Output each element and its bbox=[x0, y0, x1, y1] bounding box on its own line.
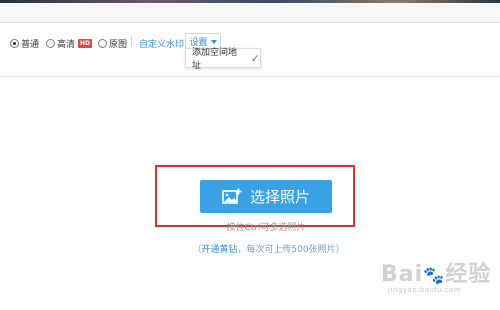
settings-dropdown-menu: 添加空间地址 ✓ bbox=[185, 45, 261, 71]
multi-select-hint: 按住Ctrl可多选照片 bbox=[226, 223, 306, 233]
quality-option-original[interactable]: 原图 bbox=[98, 37, 127, 50]
quality-label-normal: 普通 bbox=[21, 40, 40, 50]
header-area bbox=[0, 3, 500, 23]
add-photo-icon bbox=[222, 188, 242, 204]
radio-checked-icon[interactable] bbox=[10, 39, 19, 48]
watermark-logo: Bai🐾经验 bbox=[381, 256, 491, 288]
watermark-logo-suffix: 经验 bbox=[445, 262, 492, 287]
baidu-jingyan-watermark: Bai🐾经验 jingyan.baidu.com bbox=[381, 256, 496, 300]
quality-option-hd[interactable]: 高清 HD bbox=[46, 37, 93, 50]
select-photos-label: 选择照片 bbox=[249, 188, 310, 206]
quality-option-normal[interactable]: 普通 bbox=[10, 37, 39, 50]
radio-unchecked-icon[interactable] bbox=[46, 39, 55, 48]
paw-icon: 🐾 bbox=[423, 266, 446, 286]
content-divider bbox=[0, 76, 500, 77]
hd-badge: HD bbox=[78, 39, 93, 48]
promo-suffix: ，每次可上传500张照片） bbox=[237, 245, 345, 255]
dropdown-item-add-space-address[interactable]: 添加空间地址 bbox=[192, 45, 246, 71]
checkmark-icon: ✓ bbox=[250, 51, 260, 65]
quality-label-original: 原图 bbox=[109, 40, 128, 50]
quality-label-hd: 高清 bbox=[57, 40, 76, 50]
caret-down-icon bbox=[210, 39, 217, 44]
custom-watermark-link[interactable]: 自定义水印 bbox=[139, 37, 184, 50]
vip-upgrade-link[interactable]: 开通黄钻 bbox=[201, 245, 237, 255]
watermark-url: jingyan.baidu.com bbox=[388, 286, 462, 294]
toolbar-divider bbox=[131, 36, 132, 46]
select-photos-button[interactable]: 选择照片 bbox=[200, 180, 332, 213]
radio-unchecked-icon[interactable] bbox=[98, 39, 107, 48]
upload-limit-note: （开通黄钻，每次可上传500张照片） bbox=[0, 242, 500, 255]
watermark-logo-prefix: Bai bbox=[381, 262, 424, 287]
